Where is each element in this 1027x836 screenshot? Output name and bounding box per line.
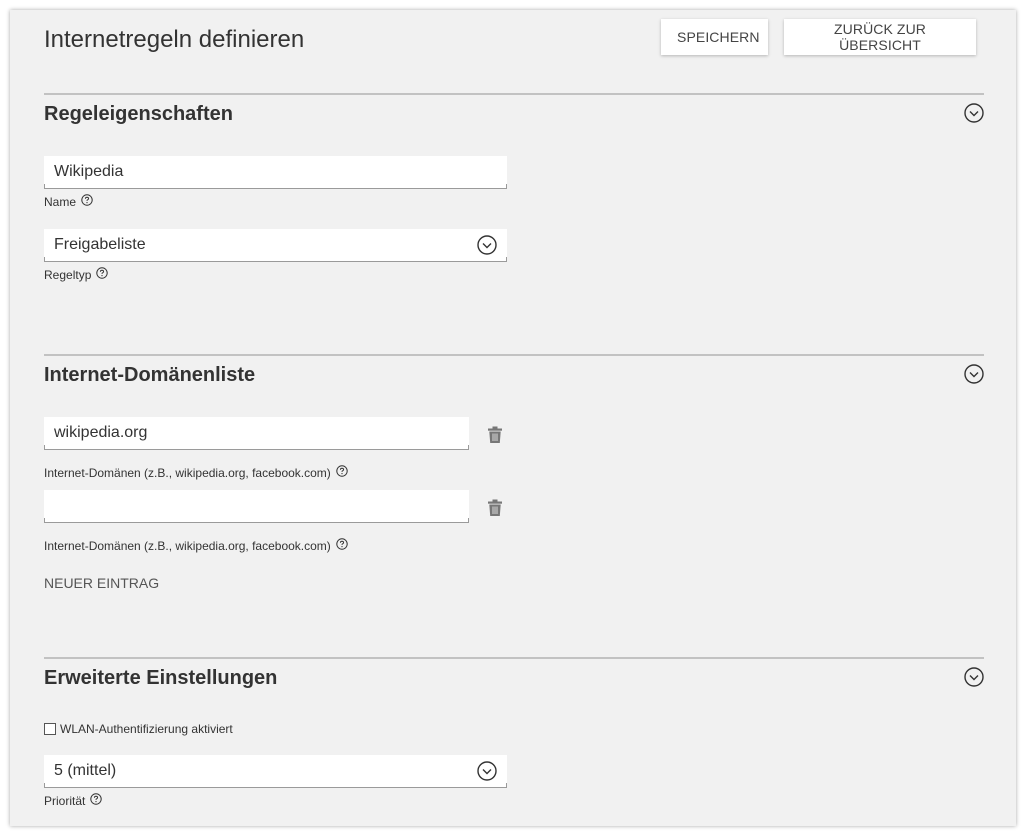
domain-label: Internet-Domänen (z.B., wikipedia.org, f… xyxy=(44,539,331,553)
domain-field[interactable] xyxy=(44,490,469,523)
domain-field[interactable] xyxy=(44,417,469,450)
name-field[interactable] xyxy=(44,156,507,189)
domain-label: Internet-Domänen (z.B., wikipedia.org, f… xyxy=(44,466,331,480)
priority-select[interactable]: 5 (mittel) xyxy=(44,755,507,788)
wlan-auth-row: WLAN-Authentifizierung aktiviert xyxy=(44,722,233,736)
rule-editor-panel: Internetregeln definieren SPEICHERN ZURÜ… xyxy=(10,10,1016,826)
rule-type-label-row: Regeltyp xyxy=(44,267,109,282)
rule-type-value: Freigabeliste xyxy=(54,236,146,253)
name-input[interactable] xyxy=(44,156,507,188)
chevron-circle-icon[interactable] xyxy=(964,103,984,123)
name-label-row: Name xyxy=(44,194,93,209)
page-title: Internetregeln definieren xyxy=(44,26,305,53)
priority-label-row: Priorität xyxy=(44,793,103,808)
domain-label-row: Internet-Domänen (z.B., wikipedia.org, f… xyxy=(44,538,348,553)
section-title-advanced: Erweiterte Einstellungen xyxy=(44,667,278,689)
chevron-circle-icon[interactable] xyxy=(477,235,497,255)
chevron-circle-icon[interactable] xyxy=(477,761,497,781)
priority-value: 5 (mittel) xyxy=(54,762,117,779)
help-icon[interactable] xyxy=(81,194,93,206)
section-title-rule-properties: Regeleigenschaften xyxy=(44,103,233,125)
section-divider xyxy=(44,354,984,356)
name-label: Name xyxy=(44,195,77,209)
domain-label-row: Internet-Domänen (z.B., wikipedia.org, f… xyxy=(44,465,348,480)
trash-icon[interactable] xyxy=(488,499,502,516)
wlan-auth-checkbox[interactable] xyxy=(44,723,56,735)
chevron-circle-icon[interactable] xyxy=(964,364,984,384)
help-icon[interactable] xyxy=(90,793,103,805)
domain-input[interactable] xyxy=(44,490,469,522)
section-title-domain-list: Internet-Domänenliste xyxy=(44,364,256,386)
chevron-circle-icon[interactable] xyxy=(964,667,984,687)
section-divider xyxy=(44,93,984,95)
section-divider xyxy=(44,657,984,659)
help-icon[interactable] xyxy=(96,267,109,279)
trash-icon[interactable] xyxy=(488,426,502,443)
priority-label: Priorität xyxy=(44,794,86,808)
domain-input[interactable] xyxy=(44,417,469,449)
save-button[interactable]: SPEICHERN xyxy=(661,19,768,55)
help-icon[interactable] xyxy=(336,465,348,477)
section-advanced-settings: Erweiterte Einstellungen WLAN-Authentifi… xyxy=(44,657,984,817)
wlan-auth-label[interactable]: WLAN-Authentifizierung aktiviert xyxy=(60,722,233,736)
help-icon[interactable] xyxy=(336,538,348,550)
section-domain-list: Internet-Domänenliste Internet-Domänen (… xyxy=(44,354,984,594)
new-entry-button[interactable]: NEUER EINTRAG xyxy=(44,575,159,591)
rule-type-label: Regeltyp xyxy=(44,268,92,282)
back-to-overview-button[interactable]: ZURÜCK ZUR ÜBERSICHT xyxy=(784,19,976,55)
rule-type-select[interactable]: Freigabeliste xyxy=(44,229,507,262)
section-rule-properties: Regeleigenschaften Name Freigabeliste Re… xyxy=(44,93,984,293)
